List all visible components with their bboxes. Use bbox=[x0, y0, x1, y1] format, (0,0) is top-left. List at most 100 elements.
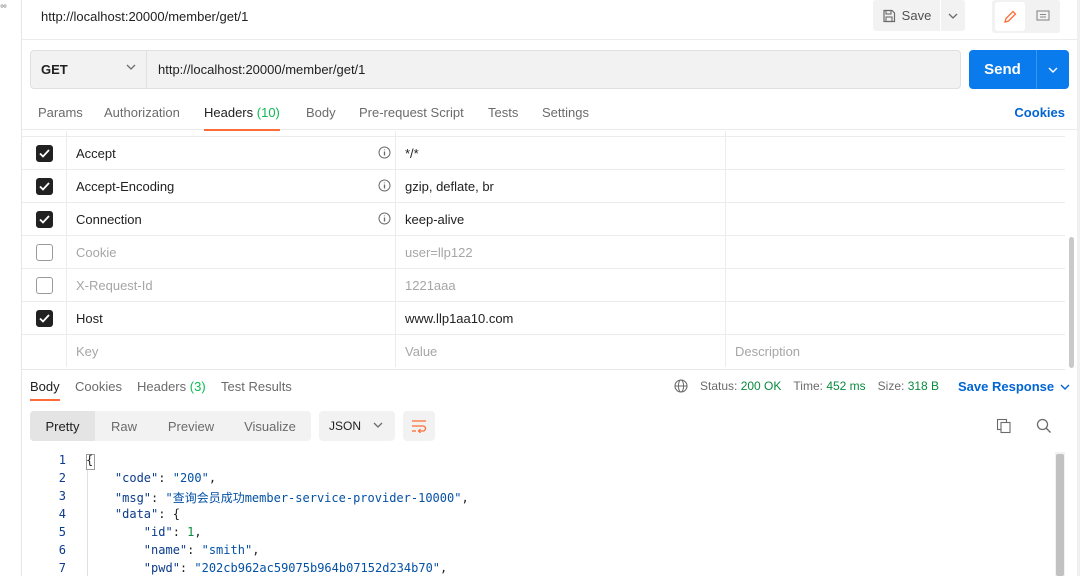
header-value: 1221aaa bbox=[405, 277, 456, 293]
json-string: "查询会员成功member-service-provider-10000" bbox=[165, 491, 462, 505]
response-scrollbar[interactable] bbox=[1055, 452, 1065, 576]
tab-response-body[interactable]: Body bbox=[30, 379, 60, 401]
edit-mode-button[interactable] bbox=[995, 2, 1025, 31]
row-checkbox-cell bbox=[22, 269, 67, 301]
header-key-cell[interactable]: Key bbox=[67, 335, 396, 367]
comment-icon bbox=[1036, 10, 1050, 21]
info-icon[interactable] bbox=[378, 146, 391, 159]
tab-prerequest-script[interactable]: Pre-request Script bbox=[359, 105, 464, 130]
tab-tests[interactable]: Tests bbox=[488, 105, 518, 130]
format-preview[interactable]: Preview bbox=[153, 411, 229, 441]
chevron-down-icon bbox=[1048, 67, 1058, 73]
chevron-down-icon bbox=[373, 422, 383, 428]
header-value-cell[interactable]: 1221aaa bbox=[396, 269, 726, 301]
check-icon bbox=[38, 148, 50, 158]
header-description-cell[interactable] bbox=[726, 269, 1065, 301]
json-key: "code" bbox=[114, 471, 159, 485]
language-select[interactable]: JSON bbox=[319, 411, 395, 441]
url-input[interactable] bbox=[148, 51, 958, 88]
header-key-cell[interactable]: Accept-Encoding bbox=[67, 170, 396, 202]
save-response-button[interactable]: Save Response bbox=[958, 379, 1070, 394]
wrap-lines-button[interactable] bbox=[403, 411, 435, 441]
chevron-down-icon bbox=[948, 13, 958, 19]
info-icon[interactable] bbox=[378, 179, 391, 192]
header-value: keep-alive bbox=[405, 211, 465, 227]
scrollbar-thumb[interactable] bbox=[1056, 454, 1064, 576]
send-button[interactable]: Send bbox=[969, 50, 1036, 89]
save-dropdown-button[interactable] bbox=[941, 0, 965, 31]
method-select[interactable]: GET bbox=[31, 51, 147, 88]
row-checkbox[interactable] bbox=[35, 144, 53, 162]
header-description-cell[interactable] bbox=[726, 137, 1065, 169]
tab-body[interactable]: Body bbox=[306, 105, 336, 130]
row-checkbox[interactable] bbox=[35, 210, 53, 228]
send-dropdown-button[interactable] bbox=[1037, 50, 1069, 89]
search-button[interactable] bbox=[1036, 418, 1052, 437]
header-value-cell[interactable]: Value bbox=[396, 335, 726, 367]
save-button[interactable]: Save bbox=[873, 0, 940, 31]
header-key-cell[interactable]: Accept bbox=[67, 137, 396, 169]
header-description-cell[interactable] bbox=[726, 131, 1065, 136]
header-key-cell[interactable]: Connection bbox=[67, 203, 396, 235]
size-value[interactable]: 318 B bbox=[908, 379, 939, 393]
header-key-cell[interactable]: Host bbox=[67, 302, 396, 334]
request-title[interactable]: http://localhost:20000/member/get/1 bbox=[41, 9, 248, 24]
tab-test-results[interactable]: Test Results bbox=[221, 379, 292, 394]
header-description-cell[interactable] bbox=[726, 302, 1065, 334]
header-description-cell[interactable] bbox=[726, 236, 1065, 268]
code-text: "msg": "查询会员成功member-service-provider-10… bbox=[114, 491, 469, 505]
code-line: 5 "id": 1, bbox=[22, 525, 1062, 543]
format-raw[interactable]: Raw bbox=[95, 411, 153, 441]
header-description-cell[interactable] bbox=[726, 170, 1065, 202]
wrap-icon bbox=[412, 420, 427, 433]
tab-authorization[interactable]: Authorization bbox=[104, 105, 180, 130]
time-value[interactable]: 452 ms bbox=[826, 379, 865, 393]
tab-response-headers-label: Headers bbox=[137, 379, 187, 394]
header-value-cell[interactable]: */* bbox=[396, 137, 726, 169]
copy-button[interactable] bbox=[996, 418, 1012, 437]
documentation-button[interactable] bbox=[1028, 2, 1058, 31]
check-icon bbox=[38, 313, 50, 323]
tab-response-headers[interactable]: Headers (3) bbox=[137, 379, 206, 394]
format-visualize[interactable]: Visualize bbox=[229, 411, 311, 441]
row-checkbox[interactable] bbox=[35, 177, 53, 195]
line-number: 3 bbox=[58, 489, 66, 503]
cookies-link[interactable]: Cookies bbox=[1014, 105, 1065, 120]
tab-headers[interactable]: Headers (10) bbox=[204, 105, 280, 131]
row-checkbox[interactable] bbox=[35, 243, 53, 261]
tab-response-cookies[interactable]: Cookies bbox=[75, 379, 122, 394]
tab-settings[interactable]: Settings bbox=[542, 105, 589, 130]
info-icon[interactable] bbox=[378, 212, 391, 225]
header-key-cell[interactable] bbox=[67, 131, 396, 136]
json-number: 1 bbox=[187, 525, 195, 539]
header-description-cell[interactable]: Description bbox=[726, 335, 1065, 367]
header-value-cell[interactable]: gzip, deflate, br bbox=[396, 170, 726, 202]
tab-params[interactable]: Params bbox=[38, 105, 83, 130]
header-value-cell[interactable]: www.llp1aa10.com bbox=[396, 302, 726, 334]
request-tabs: Params Authorization Headers (10) Body P… bbox=[22, 98, 1077, 131]
table-row: Accept */* bbox=[22, 137, 1065, 170]
more-icon[interactable]: °° bbox=[0, 4, 7, 15]
format-pretty[interactable]: Pretty bbox=[30, 411, 95, 441]
pencil-icon bbox=[1004, 10, 1017, 23]
header-value: www.llp1aa10.com bbox=[405, 310, 514, 326]
request-workspace: http://localhost:20000/member/get/1 Save… bbox=[22, 0, 1077, 576]
status-value[interactable]: 200 OK bbox=[741, 379, 782, 393]
row-checkbox[interactable] bbox=[35, 309, 53, 327]
headers-scrollbar[interactable] bbox=[1069, 237, 1074, 368]
header-value-cell[interactable] bbox=[396, 131, 726, 136]
check-icon bbox=[38, 181, 50, 191]
header-value-cell[interactable]: keep-alive bbox=[396, 203, 726, 235]
header-key-cell[interactable]: X-Request-Id bbox=[67, 269, 396, 301]
header-description-cell[interactable] bbox=[726, 203, 1065, 235]
save-response-label: Save Response bbox=[958, 379, 1055, 394]
header-value: gzip, deflate, br bbox=[405, 178, 494, 194]
response-body[interactable]: 1 { 2 "code": "200", 3 "msg": "查询会员成功mem… bbox=[22, 452, 1062, 576]
header-value-cell[interactable]: user=llp122 bbox=[396, 236, 726, 268]
row-checkbox[interactable] bbox=[35, 276, 53, 294]
header-key-cell[interactable]: Cookie bbox=[67, 236, 396, 268]
tab-response-headers-count: (3) bbox=[189, 379, 206, 394]
globe-icon[interactable] bbox=[674, 379, 688, 393]
row-checkbox-cell bbox=[22, 335, 67, 367]
table-row: Accept-Encoding gzip, deflate, br bbox=[22, 170, 1065, 203]
